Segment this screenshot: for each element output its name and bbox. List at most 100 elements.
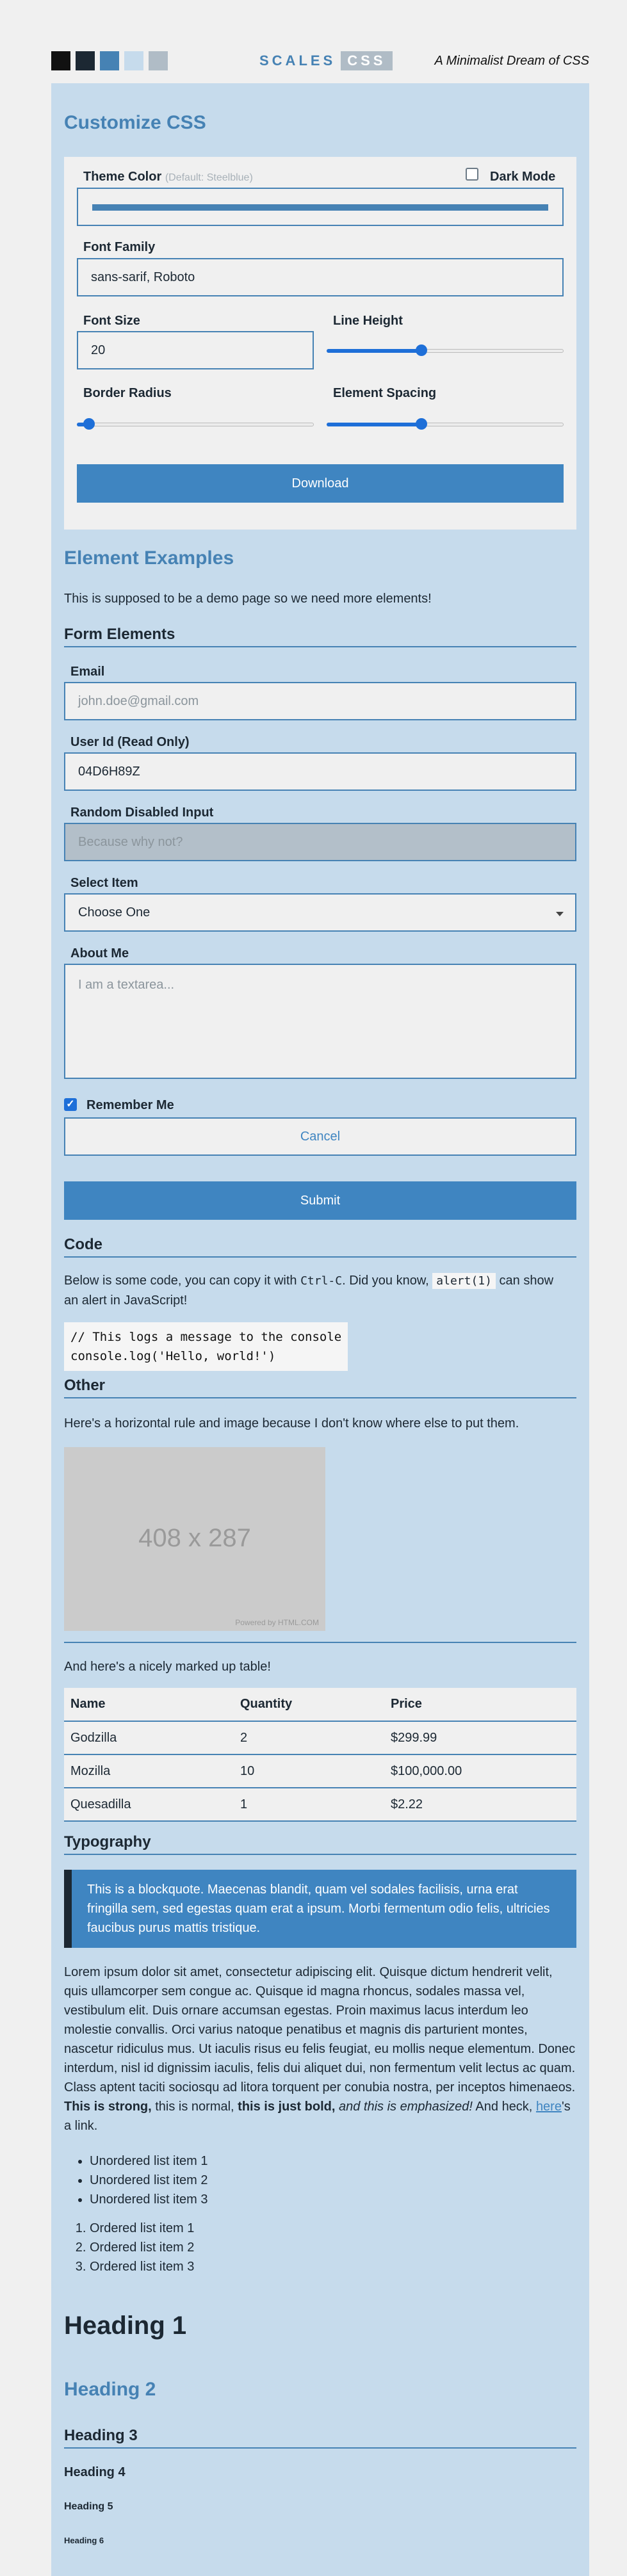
chevron-down-icon (556, 912, 564, 916)
heading-1: Heading 1 (64, 2312, 187, 2340)
theme-color-label: Theme Color (Default: Steelblue) (83, 170, 253, 184)
code-heading: Code (64, 1236, 576, 1258)
submit-button[interactable]: Submit (64, 1181, 576, 1220)
remember-me-label: Remember Me (86, 1098, 174, 1112)
border-radius-slider[interactable] (77, 418, 314, 430)
table-header-quantity: Quantity (234, 1688, 384, 1722)
table-cell: Quesadilla (64, 1788, 234, 1822)
swatch-gray[interactable] (149, 51, 168, 70)
examples-intro: This is supposed to be a demo page so we… (64, 592, 432, 606)
select-item[interactable]: Choose One (64, 893, 576, 932)
image-size-label: 408 x 287 (138, 1524, 251, 1552)
table-cell: 1 (234, 1788, 384, 1822)
unordered-list: Unordered list item 1 Unordered list ite… (90, 2151, 208, 2209)
theme-color-label-text: Theme Color (83, 170, 162, 184)
table-cell: $100,000.00 (384, 1754, 576, 1788)
font-size-label: Font Size (83, 314, 140, 328)
here-link[interactable]: here (536, 2100, 562, 2114)
swatch-navy[interactable] (76, 51, 95, 70)
swatch-black[interactable] (51, 51, 70, 70)
list-item: Unordered list item 1 (90, 2151, 208, 2171)
about-me-textarea[interactable]: I am a textarea... (64, 964, 576, 1079)
heading-3: Heading 3 (64, 2427, 576, 2449)
list-item: Ordered list item 1 (90, 2219, 194, 2238)
keyboard-shortcut: Ctrl-C (300, 1274, 343, 1288)
strong-text: This is strong, (64, 2100, 152, 2114)
data-table: Name Quantity Price Godzilla 2 $299.99 M… (64, 1688, 576, 1822)
code-text-2: . Did you know, (342, 1274, 433, 1288)
theme-color-hint: (Default: Steelblue) (165, 172, 253, 183)
slider-thumb[interactable] (83, 418, 95, 430)
ordered-list: Ordered list item 1 Ordered list item 2 … (90, 2219, 194, 2276)
heading-4: Heading 4 (64, 2465, 126, 2479)
remember-me-checkbox[interactable]: ✓ (64, 1098, 77, 1111)
font-family-label: Font Family (83, 240, 156, 254)
table-cell: $299.99 (384, 1721, 576, 1755)
heading-5: Heading 5 (64, 2501, 113, 2512)
emphasized-text: and this is emphasized! (335, 2100, 473, 2114)
table-cell: Mozilla (64, 1754, 234, 1788)
dark-mode-label: Dark Mode (490, 170, 556, 184)
logo-badge: CSS (341, 51, 393, 70)
swatch-steelblue[interactable] (100, 51, 119, 70)
table-header-row: Name Quantity Price (64, 1688, 576, 1722)
table-intro: And here's a nicely marked up table! (64, 1660, 271, 1674)
slider-thumb[interactable] (416, 418, 427, 430)
slider-fill (327, 423, 421, 426)
other-heading: Other (64, 1377, 576, 1398)
download-button[interactable]: Download (77, 464, 564, 503)
slider-thumb[interactable] (416, 344, 427, 356)
table-row: Godzilla 2 $299.99 (64, 1721, 576, 1755)
line-height-slider[interactable] (327, 344, 564, 356)
and-heck-text: And heck, (472, 2100, 536, 2114)
email-field[interactable]: john.doe@gmail.com (64, 682, 576, 720)
disabled-input-label: Random Disabled Input (70, 806, 214, 820)
table-cell: 2 (234, 1721, 384, 1755)
email-label: Email (70, 665, 105, 679)
main-content: Customize CSS Theme Color (Default: Stee… (51, 83, 589, 2576)
top-bar: SCALES CSS A Minimalist Dream of CSS (51, 38, 589, 83)
element-examples-title: Element Examples (64, 547, 234, 569)
inline-code: alert(1) (432, 1273, 496, 1289)
placeholder-image: 408 x 287 Powered by HTML.COM (64, 1447, 325, 1631)
table-cell: $2.22 (384, 1788, 576, 1822)
typography-heading: Typography (64, 1833, 576, 1855)
code-text-4: an alert in JavaScript! (64, 1293, 188, 1308)
table-header-name: Name (64, 1688, 234, 1722)
slider-track (77, 423, 314, 426)
line-height-label: Line Height (333, 314, 403, 328)
list-item: Ordered list item 3 (90, 2257, 194, 2276)
lorem-text: Lorem ipsum dolor sit amet, consectetur … (64, 1965, 576, 2094)
theme-color-picker[interactable] (77, 188, 564, 226)
blockquote: This is a blockquote. Maecenas blandit, … (64, 1870, 576, 1948)
table-header-price: Price (384, 1688, 576, 1722)
customize-title: Customize CSS (64, 112, 206, 133)
table-cell: Godzilla (64, 1721, 234, 1755)
heading-2: Heading 2 (64, 2379, 156, 2400)
cancel-button[interactable]: Cancel (64, 1117, 576, 1156)
dark-mode-checkbox[interactable] (466, 168, 478, 181)
table-cell: 10 (234, 1754, 384, 1788)
bold-text: this is just bold, (238, 2100, 336, 2114)
code-text-1: Below is some code, you can copy it with (64, 1274, 301, 1288)
logo-text: SCALES (259, 53, 336, 69)
form-elements-heading: Form Elements (64, 626, 576, 647)
logo[interactable]: SCALES CSS (259, 51, 393, 70)
tagline: A Minimalist Dream of CSS (434, 53, 589, 68)
heading-6: Heading 6 (64, 2536, 104, 2545)
code-line-2: console.log('Hello, world!') (70, 1349, 276, 1363)
element-spacing-slider[interactable] (327, 418, 564, 430)
font-size-input[interactable]: 20 (77, 331, 314, 369)
select-label: Select Item (70, 876, 138, 890)
user-id-label: User Id (Read Only) (70, 735, 190, 749)
user-id-field[interactable]: 04D6H89Z (64, 752, 576, 791)
normal-text: this is normal, (151, 2100, 238, 2114)
font-family-input[interactable]: sans-sarif, Roboto (77, 258, 564, 296)
list-item: Unordered list item 3 (90, 2190, 208, 2209)
code-description: Below is some code, you can copy it with… (64, 1271, 576, 1310)
code-block[interactable]: // This logs a message to the console con… (64, 1322, 348, 1371)
code-line-1: // This logs a message to the console (70, 1330, 342, 1344)
swatch-lightblue[interactable] (124, 51, 143, 70)
table-row: Mozilla 10 $100,000.00 (64, 1754, 576, 1788)
list-item: Ordered list item 2 (90, 2238, 194, 2257)
